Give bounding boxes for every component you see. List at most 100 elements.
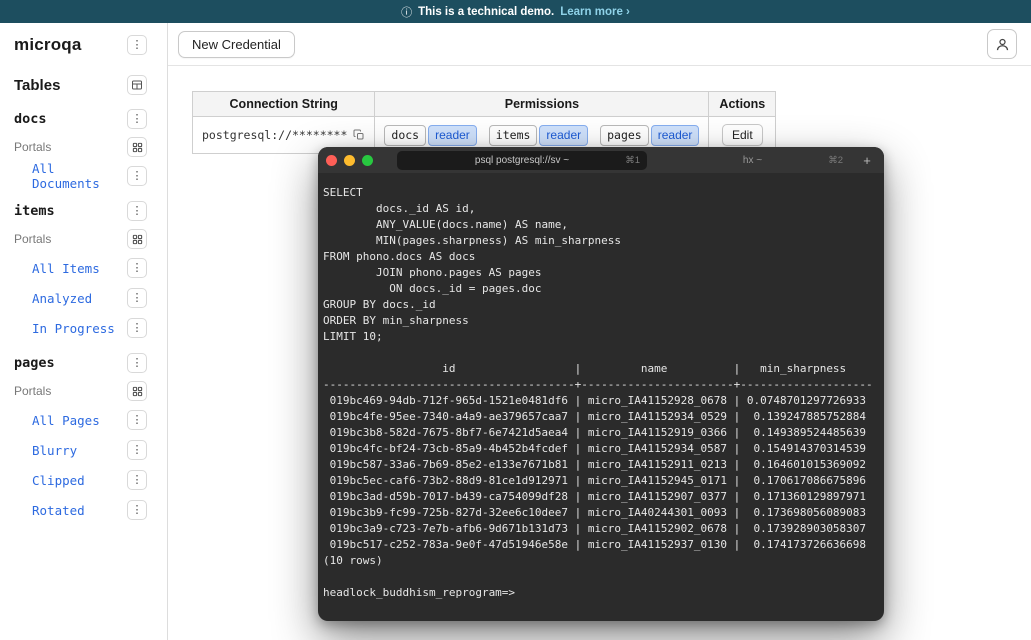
- portal-row: All Items ⋮: [0, 253, 167, 283]
- terminal-window[interactable]: psql postgresql://sv ~ ⌘1 hx ~ ⌘2 + SELE…: [318, 147, 884, 621]
- permission-table-chip: items: [489, 125, 538, 146]
- portals-label: Portals: [14, 140, 51, 154]
- sidebar: microqa ⋮ Tables docs ⋮ Portals: [0, 23, 168, 640]
- portal-grid-icon: [132, 386, 143, 397]
- portals-label: Portals: [14, 232, 51, 246]
- sidebar-table-section: pages ⋮ Portals All Pages ⋮ Blurry ⋮ Cli…: [0, 349, 167, 525]
- permission-list: docs reader items reader pages reader: [384, 125, 699, 146]
- demo-banner: ⓘ This is a technical demo. Learn more ›: [0, 0, 1031, 23]
- portal-link[interactable]: In Progress: [32, 321, 115, 336]
- portal-row: Rotated ⋮: [0, 495, 167, 525]
- tab-psql-shortcut: ⌘1: [625, 155, 640, 166]
- permission-table-chip: docs: [384, 125, 426, 146]
- copy-button[interactable]: [353, 129, 365, 141]
- sidebar-table-name: docs: [14, 111, 47, 127]
- kebab-icon: ⋮: [132, 505, 143, 516]
- kebab-icon: ⋮: [132, 114, 143, 125]
- add-portal-button[interactable]: [127, 229, 147, 249]
- person-icon: [995, 37, 1010, 52]
- portal-row: Blurry ⋮: [0, 435, 167, 465]
- sidebar-table-section: items ⋮ Portals All Items ⋮ Analyzed ⋮ I…: [0, 197, 167, 343]
- portal-link[interactable]: Blurry: [32, 443, 77, 458]
- portal-link[interactable]: All Items: [32, 261, 100, 276]
- portal-grid-icon: [132, 234, 143, 245]
- zoom-window-button[interactable]: [362, 155, 373, 166]
- portal-row: In Progress ⋮: [0, 313, 167, 343]
- portals-label: Portals: [14, 384, 51, 398]
- col-permissions: Permissions: [375, 92, 709, 117]
- permission-group: items reader: [489, 125, 588, 146]
- add-table-button[interactable]: [127, 75, 147, 95]
- account-button[interactable]: [987, 29, 1017, 59]
- banner-text: This is a technical demo.: [418, 6, 554, 18]
- connection-string: postgresql://********: [202, 128, 347, 142]
- learn-more-link[interactable]: Learn more ›: [560, 6, 630, 18]
- table-menu-button[interactable]: ⋮: [127, 201, 147, 221]
- sidebar-table-name: items: [14, 203, 55, 219]
- add-portal-button[interactable]: [127, 137, 147, 157]
- portal-row: All Documents ⋮: [0, 161, 167, 191]
- kebab-icon: ⋮: [132, 293, 143, 304]
- portal-link[interactable]: Clipped: [32, 473, 85, 488]
- permission-table-chip: pages: [600, 125, 649, 146]
- kebab-icon: ⋮: [132, 323, 143, 334]
- portal-menu-button[interactable]: ⋮: [127, 318, 147, 338]
- permission-group: docs reader: [384, 125, 476, 146]
- minimize-window-button[interactable]: [344, 155, 355, 166]
- close-window-button[interactable]: [326, 155, 337, 166]
- portal-list: All Pages ⋮ Blurry ⋮ Clipped ⋮ Rotated ⋮: [0, 405, 167, 525]
- add-portal-button[interactable]: [127, 381, 147, 401]
- kebab-icon: ⋮: [132, 415, 143, 426]
- table-menu-button[interactable]: ⋮: [127, 109, 147, 129]
- app-name: microqa: [14, 35, 82, 55]
- sidebar-table-section: docs ⋮ Portals All Documents ⋮: [0, 105, 167, 191]
- info-icon: ⓘ: [401, 4, 412, 20]
- new-credential-button[interactable]: New Credential: [178, 31, 295, 58]
- portal-link[interactable]: All Documents: [32, 161, 127, 191]
- portal-menu-button[interactable]: ⋮: [127, 410, 147, 430]
- portal-list: All Documents ⋮: [0, 161, 167, 191]
- portal-menu-button[interactable]: ⋮: [127, 440, 147, 460]
- col-actions: Actions: [709, 92, 776, 117]
- table-menu-button[interactable]: ⋮: [127, 353, 147, 373]
- permission-role-chip: reader: [539, 125, 588, 146]
- table-icon: [131, 79, 143, 91]
- tab-hx[interactable]: hx ~ ⌘2: [655, 151, 850, 170]
- credentials-table: Connection String Permissions Actions po…: [192, 91, 776, 154]
- permission-group: pages reader: [600, 125, 699, 146]
- sidebar-table-name: pages: [14, 355, 55, 371]
- terminal-titlebar[interactable]: psql postgresql://sv ~ ⌘1 hx ~ ⌘2 +: [318, 147, 884, 173]
- portal-row: All Pages ⋮: [0, 405, 167, 435]
- kebab-icon: ⋮: [132, 40, 143, 51]
- kebab-icon: ⋮: [132, 475, 143, 486]
- portal-menu-button[interactable]: ⋮: [127, 470, 147, 490]
- tables-heading: Tables: [14, 77, 60, 94]
- sidebar-tables: docs ⋮ Portals All Documents ⋮ items ⋮ P…: [0, 105, 167, 525]
- copy-icon: [353, 129, 365, 141]
- portal-list: All Items ⋮ Analyzed ⋮ In Progress ⋮: [0, 253, 167, 343]
- window-controls: [326, 155, 373, 166]
- portal-menu-button[interactable]: ⋮: [127, 288, 147, 308]
- tab-psql[interactable]: psql postgresql://sv ~ ⌘1: [397, 151, 647, 170]
- credentials-table-header: Connection String Permissions Actions: [193, 92, 776, 117]
- portal-link[interactable]: Rotated: [32, 503, 85, 518]
- edit-button[interactable]: Edit: [722, 124, 763, 146]
- portal-row: Analyzed ⋮: [0, 283, 167, 313]
- kebab-icon: ⋮: [132, 445, 143, 456]
- tab-psql-title: psql postgresql://sv ~: [475, 155, 569, 166]
- new-tab-button[interactable]: +: [858, 153, 876, 168]
- portal-link[interactable]: Analyzed: [32, 291, 92, 306]
- permission-role-chip: reader: [651, 125, 700, 146]
- terminal-body[interactable]: SELECT docs._id AS id, ANY_VALUE(docs.na…: [318, 173, 884, 613]
- portal-menu-button[interactable]: ⋮: [127, 166, 147, 186]
- app-menu-button[interactable]: ⋮: [127, 35, 147, 55]
- col-connection-string: Connection String: [193, 92, 375, 117]
- portal-menu-button[interactable]: ⋮: [127, 258, 147, 278]
- kebab-icon: ⋮: [132, 263, 143, 274]
- kebab-icon: ⋮: [132, 171, 143, 182]
- portal-menu-button[interactable]: ⋮: [127, 500, 147, 520]
- portal-row: Clipped ⋮: [0, 465, 167, 495]
- kebab-icon: ⋮: [132, 358, 143, 369]
- tab-hx-shortcut: ⌘2: [828, 155, 843, 166]
- portal-link[interactable]: All Pages: [32, 413, 100, 428]
